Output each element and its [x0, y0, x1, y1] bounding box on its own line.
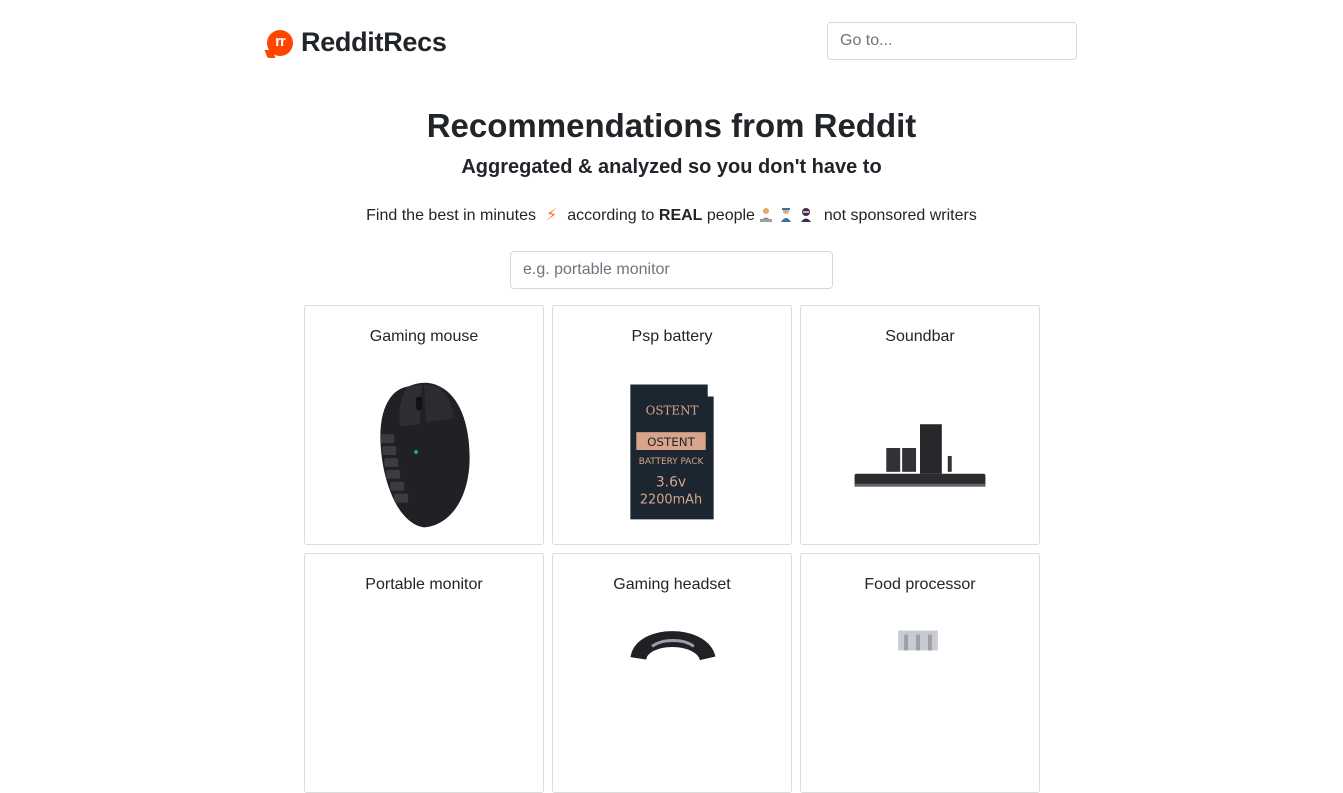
person-mechanic-icon — [781, 208, 792, 222]
battery-brand-text: OSTENT — [646, 403, 699, 417]
gaming-headset-image — [630, 631, 716, 662]
brand-name: RedditRecs — [301, 27, 447, 57]
category-card-title: Gaming headset — [613, 576, 731, 593]
lightning-bolt-icon: ⚡ — [546, 207, 558, 224]
category-card-gaming-headset[interactable]: Gaming headset — [552, 553, 792, 793]
soundbar-image — [854, 424, 986, 487]
battery-label-text: OSTENT — [647, 435, 696, 449]
hero: Recommendations from Reddit Aggregated &… — [0, 104, 1343, 180]
category-card-gaming-mouse[interactable]: Gaming mouse — [304, 305, 544, 545]
psp-battery-image: OSTENT OSTENT BATTERY PACK 3.6v 2200mAh — [630, 384, 714, 520]
category-card-soundbar[interactable]: Soundbar — [800, 305, 1040, 545]
reddit-recs-logo-icon: rr — [267, 29, 293, 56]
goto-input[interactable] — [827, 22, 1077, 60]
battery-capacity-text: 2200mAh — [640, 493, 702, 508]
page-title: Recommendations from Reddit — [426, 107, 917, 144]
tagline-emphasis: REAL — [658, 207, 703, 224]
gaming-mouse-image — [380, 382, 470, 528]
tagline-part-3: people — [706, 207, 755, 224]
category-card-food-processor[interactable]: Food processor — [800, 553, 1040, 793]
category-card-title: Food processor — [864, 576, 976, 593]
portable-monitor-image — [305, 614, 543, 784]
battery-pack-text: BATTERY PACK — [639, 457, 705, 467]
tagline-part-4: not sponsored writers — [823, 207, 977, 224]
category-card-title: Gaming mouse — [369, 328, 479, 345]
tagline-part-2: according to — [567, 207, 655, 224]
tagline-part-1: Find the best in minutes — [366, 207, 537, 224]
category-card-title: Psp battery — [631, 328, 713, 345]
page-subtitle: Aggregated & analyzed so you don't have … — [461, 156, 882, 178]
battery-voltage-text: 3.6v — [656, 475, 686, 491]
search-input[interactable] — [510, 251, 833, 289]
category-card-portable-monitor[interactable]: Portable monitor — [304, 553, 544, 793]
site-header: rr RedditRecs — [267, 22, 1077, 60]
person-laptop-icon — [760, 208, 773, 222]
category-card-title: Soundbar — [885, 328, 955, 345]
brand-logo[interactable]: rr RedditRecs — [267, 27, 447, 58]
person-ninja-icon — [801, 208, 812, 222]
tagline: Find the best in minutes ⚡ according to RE… — [0, 205, 1343, 227]
category-card-title: Portable monitor — [365, 576, 483, 593]
food-processor-image — [898, 630, 938, 651]
category-card-psp-battery[interactable]: Psp battery OSTENT OSTENT BATTERY PACK 3… — [552, 305, 792, 545]
